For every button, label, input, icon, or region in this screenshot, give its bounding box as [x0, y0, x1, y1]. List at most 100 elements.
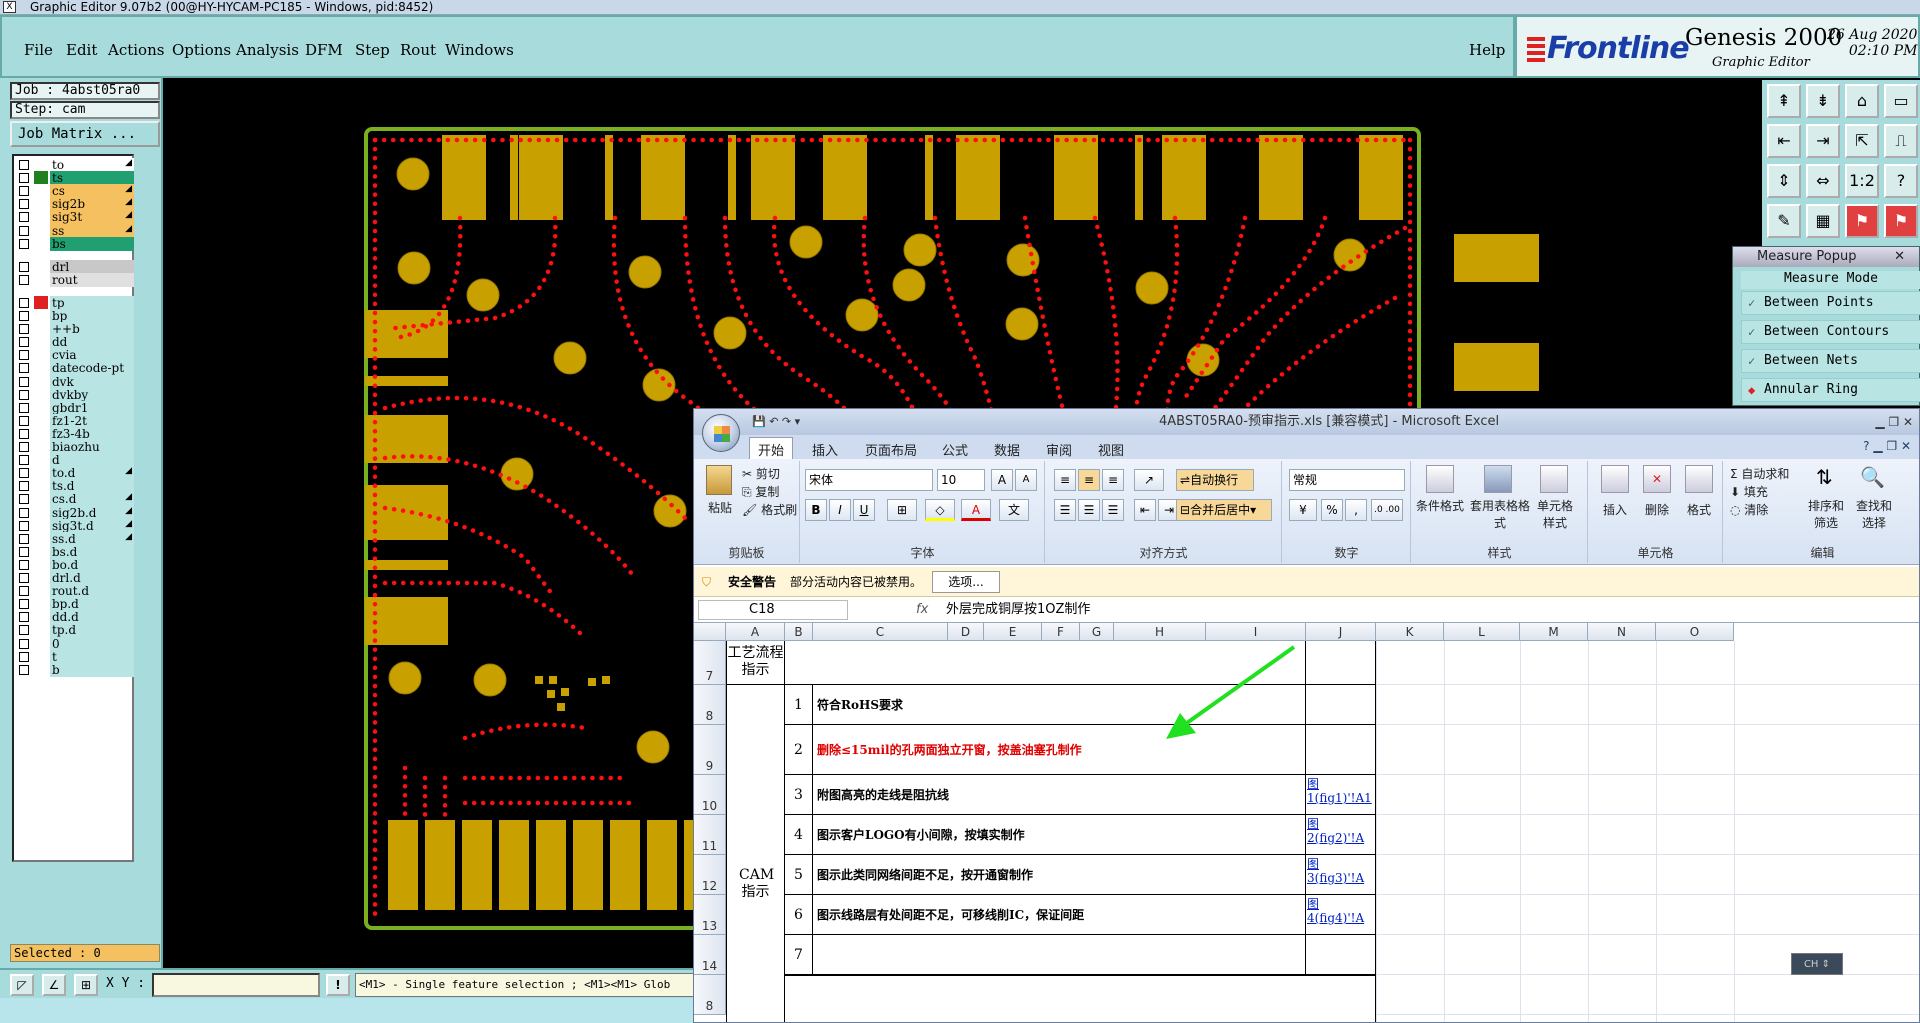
copy-button[interactable]: ⎘ 复制: [742, 483, 779, 500]
layer-checkbox[interactable]: [19, 160, 29, 170]
tab-home[interactable]: 开始: [749, 437, 794, 461]
close-icon[interactable]: ✕: [1894, 247, 1905, 267]
zoom-x-button[interactable]: ⇔: [1806, 164, 1840, 198]
layer-name[interactable]: dvkby: [50, 387, 134, 402]
tab-insert[interactable]: 插入: [804, 438, 846, 461]
layer-name[interactable]: to.d: [50, 466, 134, 481]
layer-row[interactable]: t: [16, 649, 134, 664]
align-right-button[interactable]: ☰: [1102, 499, 1124, 521]
column-header[interactable]: I: [1206, 623, 1306, 641]
layer-checkbox[interactable]: [19, 612, 29, 623]
tab-page-layout[interactable]: 页面布局: [857, 438, 925, 461]
zoom-y-button[interactable]: ⇕: [1767, 164, 1801, 198]
cell-link[interactable]: [1306, 685, 1376, 725]
row-header[interactable]: 8: [694, 685, 726, 725]
ime-indicator[interactable]: CH ⇕: [1791, 953, 1843, 975]
ratio-button[interactable]: 1:2: [1845, 164, 1879, 198]
menu-analysis[interactable]: Analysis: [236, 41, 299, 59]
layer-row[interactable]: b: [16, 662, 134, 677]
tab-review[interactable]: 审阅: [1038, 438, 1080, 461]
cell-style-button[interactable]: 单元格样式: [1534, 497, 1576, 531]
column-header[interactable]: O: [1656, 623, 1734, 641]
fill-button[interactable]: ⬇ 填充: [1730, 483, 1768, 500]
flag-button[interactable]: ⚑: [1845, 204, 1879, 238]
layer-row[interactable]: d: [16, 453, 134, 468]
menu-rout[interactable]: Rout: [400, 41, 436, 59]
layer-name[interactable]: cs.d: [50, 492, 134, 507]
layer-row[interactable]: tp.d: [16, 623, 134, 638]
fill-color-button[interactable]: ◇: [925, 499, 955, 521]
font-name-select[interactable]: 宋体: [805, 469, 933, 491]
column-header[interactable]: E: [984, 623, 1042, 641]
zoom-tool-button[interactable]: ◸: [10, 974, 34, 996]
layer-checkbox[interactable]: [19, 324, 29, 335]
layer-row[interactable]: ss.d ◢: [16, 531, 134, 546]
layer-row[interactable]: rout.d: [16, 584, 134, 599]
cell-instruction[interactable]: 附图高亮的走线是阻抗线: [813, 775, 1306, 815]
layer-name[interactable]: sig2b.d: [50, 505, 134, 520]
layer-checkbox[interactable]: [19, 586, 29, 597]
paste-button[interactable]: 粘贴: [708, 499, 732, 516]
measure-tool-button[interactable]: ∠: [42, 974, 66, 996]
hyperlink[interactable]: 图1(fig1)'!A1: [1307, 777, 1372, 805]
measure-between-points[interactable]: ✓ Between Points: [1741, 291, 1920, 315]
layer-name[interactable]: gbdr1: [50, 400, 134, 415]
layer-checkbox[interactable]: [19, 494, 29, 505]
layer-checkbox[interactable]: [19, 186, 29, 197]
cell-instruction[interactable]: 图示此类同网络间距不足，按开通窗制作: [813, 855, 1306, 895]
layer-row[interactable]: dvkby: [16, 387, 134, 402]
layer-row[interactable]: to ◢: [16, 158, 134, 172]
clear-button[interactable]: ◌ 清除: [1730, 501, 1768, 518]
layer-checkbox[interactable]: [19, 274, 29, 285]
window-controls[interactable]: ▁ ❐ ✕: [1875, 409, 1913, 435]
layer-checkbox[interactable]: [19, 651, 29, 662]
font-size-select[interactable]: 10: [937, 469, 985, 491]
cell-link[interactable]: 图4(fig4)'!A: [1306, 895, 1376, 935]
layer-checkbox[interactable]: [19, 533, 29, 544]
xy-input[interactable]: [152, 973, 320, 997]
tab-formulas[interactable]: 公式: [934, 438, 976, 461]
layer-checkbox[interactable]: [19, 664, 29, 675]
layer-row[interactable]: cvia: [16, 348, 134, 363]
hyperlink[interactable]: 图3(fig3)'!A: [1307, 857, 1364, 885]
layer-row[interactable]: sig2b.d ◢: [16, 505, 134, 520]
insert-cells-button[interactable]: 插入: [1603, 501, 1627, 518]
layer-name[interactable]: ss.d: [50, 531, 134, 546]
layer-name[interactable]: sig3t: [50, 210, 134, 225]
layer-name[interactable]: bp.d: [50, 597, 134, 612]
underline-button[interactable]: U: [853, 499, 875, 521]
layer-name[interactable]: dvk: [50, 374, 134, 389]
tab-data[interactable]: 数据: [986, 438, 1028, 461]
percent-button[interactable]: %: [1321, 499, 1343, 521]
cell-num[interactable]: 4: [785, 815, 813, 855]
layer-name[interactable]: dd.d: [50, 610, 134, 625]
layer-checkbox[interactable]: [19, 337, 29, 348]
layer-row[interactable]: 0: [16, 636, 134, 651]
border-button[interactable]: ⊞: [887, 499, 917, 521]
find-select-button[interactable]: 查找和选择: [1854, 497, 1894, 531]
cut-button[interactable]: ✂ 剪切: [742, 465, 780, 482]
layer-name[interactable]: 0: [50, 636, 134, 651]
layer-row[interactable]: cs ◢: [16, 184, 134, 199]
layer-checkbox[interactable]: [19, 507, 29, 518]
right-button[interactable]: ⇥: [1806, 124, 1840, 158]
top-button[interactable]: ⇞: [1767, 84, 1801, 118]
layer-row[interactable]: bp: [16, 309, 134, 323]
column-header[interactable]: D: [948, 623, 984, 641]
layer-name[interactable]: sig3t.d: [50, 518, 134, 533]
office-button[interactable]: [702, 414, 740, 452]
alert-button[interactable]: !: [326, 974, 350, 996]
layer-row[interactable]: bs.d: [16, 544, 134, 559]
cell-link[interactable]: 图1(fig1)'!A1: [1306, 775, 1376, 815]
layer-checkbox[interactable]: [19, 415, 29, 426]
layer-name[interactable]: bp: [50, 309, 134, 323]
layer-checkbox[interactable]: [19, 199, 29, 210]
layer-checkbox[interactable]: [19, 546, 29, 557]
bold-button[interactable]: B: [805, 499, 827, 521]
column-header[interactable]: F: [1042, 623, 1080, 641]
decimal-button[interactable]: .0 .00: [1371, 499, 1403, 521]
bottom-button[interactable]: ⇟: [1806, 84, 1840, 118]
cell-link[interactable]: [1306, 725, 1376, 775]
layer-name[interactable]: tp: [50, 295, 134, 310]
layer-checkbox[interactable]: [19, 261, 29, 272]
